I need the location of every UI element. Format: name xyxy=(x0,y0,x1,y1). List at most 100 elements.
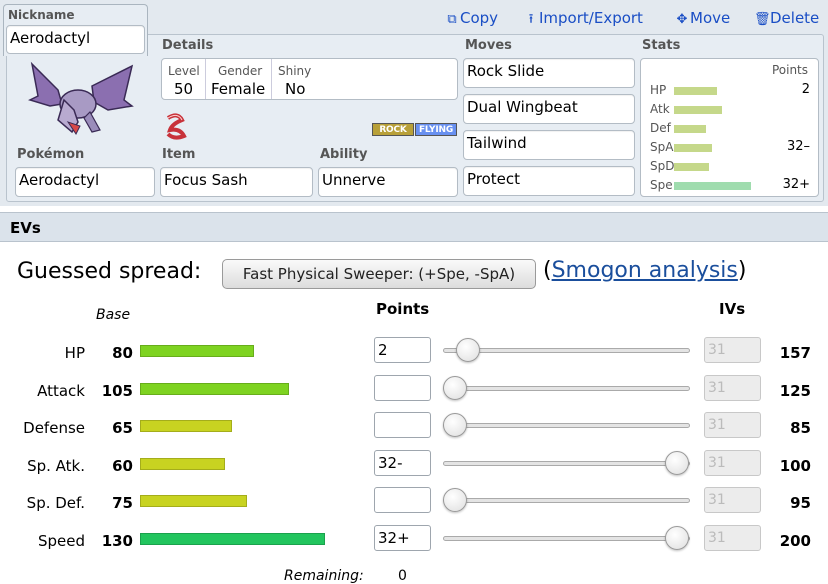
nickname-box: Nickname Aerodactyl xyxy=(3,4,148,56)
move-1-input[interactable]: Rock Slide xyxy=(463,58,635,88)
base-stat-bar xyxy=(140,383,289,395)
pokemon-sprite xyxy=(28,61,134,135)
ev-slider-track[interactable] xyxy=(443,536,690,541)
stat-total: 157 xyxy=(779,344,811,362)
ev-points-input[interactable] xyxy=(374,487,431,513)
stat-label: Sp. Atk. xyxy=(27,457,85,475)
stat-name: Atk xyxy=(650,102,670,116)
import-export-button[interactable]: ⭱ Import/Export xyxy=(523,9,643,32)
ev-slider-thumb[interactable] xyxy=(456,338,480,362)
stat-summary-row: Atk xyxy=(641,100,820,119)
move-2-input[interactable]: Dual Wingbeat xyxy=(463,94,635,124)
paren-open: ( xyxy=(543,258,552,283)
stat-name: SpA xyxy=(650,140,674,154)
item-input[interactable]: Focus Sash xyxy=(160,167,313,197)
ev-slider-thumb[interactable] xyxy=(443,488,467,512)
base-stat-bar xyxy=(140,420,232,432)
move-button[interactable]: ✥ Move xyxy=(674,9,731,27)
details-box[interactable]: Level 50 Gender Female Shiny No xyxy=(161,58,458,100)
delete-button[interactable]: 🗑Delete xyxy=(754,9,819,27)
stat-total: 95 xyxy=(790,494,811,512)
base-stat-value: 105 xyxy=(101,382,133,400)
trash-icon: 🗑 xyxy=(754,12,771,27)
stat-label: Sp. Def. xyxy=(26,494,85,512)
ev-slider-track[interactable] xyxy=(443,386,690,391)
stat-summary-row: SpA 32– xyxy=(641,138,820,157)
stats-points-label: Points xyxy=(771,63,808,77)
ev-slider-track[interactable] xyxy=(443,461,690,466)
ev-slider-track[interactable] xyxy=(443,348,690,353)
ev-slider-track[interactable] xyxy=(443,423,690,428)
stat-summary-row: Def xyxy=(641,119,820,138)
base-column-header: Base xyxy=(96,307,131,323)
ev-points-input[interactable] xyxy=(374,375,431,401)
iv-input[interactable]: 31 xyxy=(704,412,761,438)
base-stat-value: 75 xyxy=(112,494,133,512)
evs-section-header: EVs xyxy=(0,212,828,242)
evs-title: EVs xyxy=(10,219,41,237)
ev-slider-thumb[interactable] xyxy=(665,526,689,550)
level-label: Level xyxy=(168,64,200,78)
ev-slider-thumb[interactable] xyxy=(443,376,467,400)
stat-bar xyxy=(674,144,712,152)
ev-slider-track[interactable] xyxy=(443,498,690,503)
moves-title: Moves xyxy=(465,38,512,53)
move-3-input[interactable]: Tailwind xyxy=(463,130,635,160)
pokemon-input[interactable]: Aerodactyl xyxy=(15,167,155,197)
ev-slider-thumb[interactable] xyxy=(665,451,689,475)
paren-close: ) xyxy=(737,258,747,283)
stat-summary-row: Spe 32+ xyxy=(641,176,820,195)
stat-name: SpD xyxy=(650,159,675,173)
type-badge-flying: FLYING xyxy=(415,123,457,136)
nickname-label: Nickname xyxy=(8,8,75,22)
ev-points-input[interactable]: 32+ xyxy=(374,525,431,551)
gender-value: Female xyxy=(211,80,266,98)
iv-input[interactable]: 31 xyxy=(704,337,761,363)
ev-points-input[interactable]: 2 xyxy=(374,337,431,363)
stat-label: Defense xyxy=(23,419,85,437)
stat-name: Def xyxy=(650,121,671,135)
move-4-input[interactable]: Protect xyxy=(463,166,635,196)
stat-label: Attack xyxy=(37,382,85,400)
gender-column: Gender Female xyxy=(206,59,272,99)
iv-input[interactable]: 31 xyxy=(704,525,761,551)
ev-slider-thumb[interactable] xyxy=(443,413,467,437)
stat-total: 200 xyxy=(779,532,811,550)
stat-total: 85 xyxy=(790,419,811,437)
move-arrows-icon: ✥ xyxy=(676,12,688,27)
iv-input[interactable]: 31 xyxy=(704,375,761,401)
ev-points-input[interactable]: 32- xyxy=(374,450,431,476)
level-column: Level 50 xyxy=(162,59,206,99)
ivs-column-header: IVs xyxy=(719,300,746,318)
move-label: Move xyxy=(690,9,731,27)
upload-icon: ⭱ xyxy=(528,12,534,27)
guessed-spread-label: Guessed spread: xyxy=(17,259,202,284)
stat-points: 2 xyxy=(801,82,810,97)
iv-input[interactable]: 31 xyxy=(704,487,761,513)
base-stat-value: 130 xyxy=(101,532,133,550)
pokemon-label: Pokémon xyxy=(17,147,85,162)
copy-label: Copy xyxy=(460,9,499,27)
focus-sash-icon xyxy=(166,113,187,140)
guessed-spread-button[interactable]: Fast Physical Sweeper: (+Spe, -SpA) xyxy=(222,259,536,289)
ability-input[interactable]: Unnerve xyxy=(318,167,458,197)
stats-summary-box[interactable]: Points HP 2 Atk Def SpA 32– SpD Spe 32+ xyxy=(640,58,819,197)
stat-label: Speed xyxy=(37,532,85,550)
base-stat-bar xyxy=(140,345,254,357)
ability-label: Ability xyxy=(320,147,368,162)
smogon-analysis-link[interactable]: Smogon analysis xyxy=(552,258,738,283)
stat-points: 32+ xyxy=(782,177,810,192)
ev-points-input[interactable] xyxy=(374,412,431,438)
base-stat-value: 60 xyxy=(112,457,133,475)
stat-total: 100 xyxy=(779,457,811,475)
stat-bar xyxy=(674,182,751,190)
set-editor: Nickname Aerodactyl ⧉ Copy ⭱ Import/Export… xyxy=(0,0,828,206)
gender-label: Gender xyxy=(218,64,263,78)
base-stat-value: 80 xyxy=(112,344,133,362)
copy-icon: ⧉ xyxy=(447,12,457,27)
iv-input[interactable]: 31 xyxy=(704,450,761,476)
remaining-value: 0 xyxy=(398,568,407,584)
delete-label: Delete xyxy=(770,9,820,27)
copy-button[interactable]: ⧉ Copy xyxy=(444,9,498,27)
nickname-input[interactable]: Aerodactyl xyxy=(6,25,145,54)
